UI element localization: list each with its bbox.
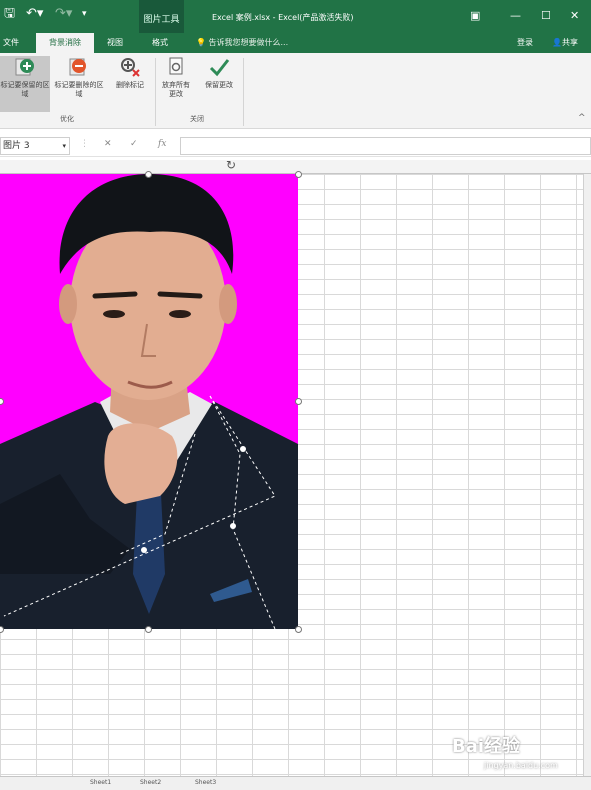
resize-handle[interactable]: [295, 398, 302, 405]
delete-mark-label: 删除标记: [116, 81, 144, 89]
sheet-tab-bar: Sheet1 Sheet2 Sheet3: [0, 776, 591, 790]
chevron-down-icon[interactable]: ▾: [62, 138, 66, 154]
baidu-watermark-url: jingyan.baidu.com: [484, 761, 558, 770]
login-link[interactable]: 登录: [512, 33, 538, 53]
baidu-watermark: Bai经验: [452, 736, 521, 757]
sheet-tab[interactable]: Sheet2: [140, 779, 161, 786]
tell-me-search[interactable]: 💡 告诉我您想要做什么...: [196, 33, 288, 53]
formula-input[interactable]: [180, 137, 591, 155]
redo-icon[interactable]: ↷▾: [55, 7, 72, 21]
lightbulb-icon: 💡: [196, 38, 206, 47]
mark-remove-button[interactable]: 标记要删除的区域: [52, 56, 106, 99]
formula-bar: 图片 3 ▾ ⋮ ✕ ✓ fx: [0, 135, 591, 157]
keep-changes-button[interactable]: 保留更改: [198, 56, 240, 90]
ribbon: 标记要保留的区域 标记要删除的区域 删除标记 优化 放弃所有更改 保留更改 关闭…: [0, 53, 591, 129]
context-tab-label: 图片工具: [139, 0, 184, 33]
close-icon[interactable]: ✕: [570, 9, 579, 22]
tab-file[interactable]: 文件: [0, 33, 22, 53]
delete-mark-button[interactable]: 删除标记: [108, 56, 152, 90]
share-button[interactable]: 👤共享: [545, 33, 585, 53]
selected-picture[interactable]: [0, 174, 298, 629]
minus-circle-icon: [69, 58, 86, 76]
name-box-value: 图片 3: [3, 141, 30, 151]
collapse-ribbon-icon[interactable]: ^: [578, 113, 586, 123]
ribbon-tabs: 文件 背景消除 视图 格式 💡 告诉我您想要做什么... 登录 👤共享: [0, 33, 591, 53]
checkmark-icon: [209, 59, 230, 77]
resize-handle[interactable]: [145, 171, 152, 178]
mark-remove-label: 标记要删除的区域: [54, 81, 104, 98]
tab-view[interactable]: 视图: [100, 33, 130, 53]
customize-quick-access-icon[interactable]: ▾: [82, 7, 87, 21]
share-label: 共享: [561, 38, 578, 47]
name-box[interactable]: 图片 3 ▾: [0, 137, 70, 155]
portrait-image: [0, 174, 298, 629]
resize-handle[interactable]: [145, 626, 152, 633]
plus-circle-icon: [15, 58, 34, 76]
insert-function-icon[interactable]: fx: [158, 139, 166, 149]
tab-format[interactable]: 格式: [145, 33, 175, 53]
enter-icon[interactable]: ✓: [130, 139, 138, 149]
resize-handle[interactable]: [295, 171, 302, 178]
group-separator: [243, 58, 244, 126]
ribbon-display-icon[interactable]: ▣: [470, 9, 480, 22]
person-icon: 👤: [552, 38, 562, 47]
discard-all-button[interactable]: 放弃所有更改: [157, 56, 195, 99]
more-icon: ⋮: [80, 139, 89, 149]
minimize-icon[interactable]: —: [510, 9, 521, 22]
discard-icon: [169, 57, 183, 75]
save-icon[interactable]: 🖫: [4, 7, 15, 21]
title-bar: 🖫 ↶▾ ↷▾ ▾ 图片工具 Excel 案例.xlsx - Excel(产品激…: [0, 0, 591, 33]
mark-keep-button[interactable]: 标记要保留的区域: [0, 56, 50, 112]
group-refine-label: 优化: [60, 115, 74, 123]
cancel-icon[interactable]: ✕: [104, 139, 112, 149]
tab-background-removal[interactable]: 背景消除: [36, 33, 94, 53]
delete-mark-icon: [121, 58, 140, 77]
mark-keep-label: 标记要保留的区域: [0, 81, 50, 98]
vertical-scrollbar[interactable]: [583, 174, 591, 776]
group-separator: [155, 58, 156, 126]
discard-all-label: 放弃所有更改: [162, 81, 190, 98]
undo-icon[interactable]: ↶▾: [26, 7, 43, 21]
rotate-handle-icon[interactable]: ↻: [226, 158, 236, 172]
resize-handle[interactable]: [295, 626, 302, 633]
keep-changes-label: 保留更改: [205, 81, 233, 89]
sheet-tab[interactable]: Sheet3: [195, 779, 216, 786]
maximize-icon[interactable]: ☐: [541, 9, 551, 22]
window-title: Excel 案例.xlsx - Excel(产品激活失败): [212, 13, 354, 22]
sheet-tab[interactable]: Sheet1: [90, 779, 111, 786]
group-close-label: 关闭: [190, 115, 204, 123]
tell-me-text: 告诉我您想要做什么...: [208, 38, 289, 47]
